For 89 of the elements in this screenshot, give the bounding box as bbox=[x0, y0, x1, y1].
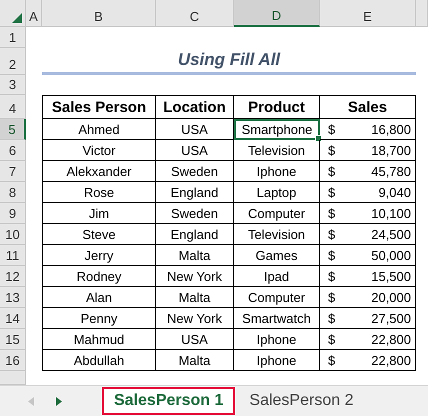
table-cell[interactable]: Computer bbox=[234, 203, 320, 224]
table-cell: Steve bbox=[42, 224, 156, 245]
sheet-tab[interactable]: SalesPerson 1 bbox=[102, 387, 236, 415]
sheet-title: Using Fill All bbox=[178, 50, 280, 71]
sales-value: 9,040 bbox=[378, 184, 411, 200]
currency-symbol: $ bbox=[328, 142, 336, 158]
currency-symbol: $ bbox=[328, 352, 336, 368]
table-cell: Rodney bbox=[42, 266, 156, 287]
column-header[interactable]: A bbox=[26, 0, 42, 27]
row-header[interactable]: 16 bbox=[0, 350, 26, 371]
currency-symbol: $ bbox=[328, 122, 336, 136]
table-cell[interactable]: Television bbox=[234, 224, 320, 245]
table-cell: USA bbox=[156, 329, 234, 350]
currency-symbol: $ bbox=[328, 268, 336, 284]
table-cell: Ahmed bbox=[42, 119, 156, 140]
fill-handle[interactable] bbox=[315, 135, 322, 142]
row-header[interactable]: 6 bbox=[0, 140, 26, 161]
row-header[interactable]: 3 bbox=[0, 75, 26, 95]
currency-symbol: $ bbox=[328, 332, 336, 346]
table-cell: USA bbox=[156, 140, 234, 161]
sales-value: 50,000 bbox=[371, 248, 411, 262]
table-cell: New York bbox=[156, 266, 234, 287]
table-cell[interactable]: Ipad bbox=[234, 266, 320, 287]
table-cell[interactable]: Games bbox=[234, 245, 320, 266]
next-sheet-icon[interactable] bbox=[56, 396, 62, 406]
table-cell[interactable]: Iphone bbox=[234, 329, 320, 350]
row-header[interactable]: 10 bbox=[0, 224, 26, 245]
currency-symbol: $ bbox=[328, 310, 336, 326]
currency-symbol: $ bbox=[328, 184, 336, 200]
sheet-tab[interactable]: SalesPerson 2 bbox=[237, 387, 366, 415]
table-cell[interactable]: Smartphone bbox=[234, 119, 320, 140]
table-cell: Malta bbox=[156, 287, 234, 308]
table-cell: Mahmud bbox=[42, 329, 156, 350]
table-cell: Alan bbox=[42, 287, 156, 308]
select-all-icon[interactable] bbox=[12, 13, 22, 23]
table-cell: Sweden bbox=[156, 161, 234, 182]
table-cell: Alekxander bbox=[42, 161, 156, 182]
table-header: Location bbox=[156, 95, 234, 119]
sales-value: 22,800 bbox=[371, 352, 411, 368]
table-cell: Jim bbox=[42, 203, 156, 224]
currency-symbol: $ bbox=[328, 248, 336, 262]
table-cell[interactable]: Computer bbox=[234, 287, 320, 308]
currency-symbol: $ bbox=[328, 164, 336, 178]
row-header[interactable]: 7 bbox=[0, 161, 26, 182]
table-cell: Sweden bbox=[156, 203, 234, 224]
table-cell: USA bbox=[156, 119, 234, 140]
column-header[interactable]: B bbox=[42, 0, 156, 27]
row-header[interactable]: 12 bbox=[0, 266, 26, 287]
row-header[interactable]: 1 bbox=[0, 27, 26, 48]
table-cell: England bbox=[156, 224, 234, 245]
table-cell[interactable]: Laptop bbox=[234, 182, 320, 203]
row-header[interactable]: 15 bbox=[0, 329, 26, 350]
column-header[interactable]: E bbox=[320, 0, 416, 27]
table-header: Product bbox=[234, 95, 320, 119]
table-cell[interactable]: Smartwatch bbox=[234, 308, 320, 329]
sales-value: 22,800 bbox=[371, 332, 411, 346]
row-header[interactable]: 8 bbox=[0, 182, 26, 203]
row-header[interactable]: 14 bbox=[0, 308, 26, 329]
table-header: Sales bbox=[320, 95, 416, 119]
sales-value: 24,500 bbox=[371, 226, 411, 242]
table-header: Sales Person bbox=[42, 95, 156, 119]
currency-symbol: $ bbox=[328, 290, 336, 304]
sales-value: 20,000 bbox=[371, 290, 411, 304]
table-cell: England bbox=[156, 182, 234, 203]
row-header[interactable]: 9 bbox=[0, 203, 26, 224]
table-cell: Victor bbox=[42, 140, 156, 161]
table-cell: New York bbox=[156, 308, 234, 329]
currency-symbol: $ bbox=[328, 226, 336, 242]
sales-value: 15,500 bbox=[371, 268, 411, 284]
table-cell[interactable]: Iphone bbox=[234, 161, 320, 182]
sales-value: 16,800 bbox=[371, 122, 411, 136]
table-cell: Rose bbox=[42, 182, 156, 203]
table-cell[interactable]: Television bbox=[234, 140, 320, 161]
row-header[interactable]: 11 bbox=[0, 245, 26, 266]
column-header bbox=[416, 0, 428, 27]
currency-symbol: $ bbox=[328, 206, 336, 220]
sales-value: 27,500 bbox=[371, 310, 411, 326]
table-cell: Penny bbox=[42, 308, 156, 329]
row-header[interactable]: 5 bbox=[0, 119, 26, 140]
sales-value: 18,700 bbox=[371, 142, 411, 158]
sales-value: 45,780 bbox=[371, 164, 411, 178]
table-cell: Malta bbox=[156, 245, 234, 266]
row-header[interactable]: 13 bbox=[0, 287, 26, 308]
row-header[interactable]: 4 bbox=[0, 95, 26, 119]
sales-value: 10,100 bbox=[371, 206, 411, 220]
row-header[interactable]: 2 bbox=[0, 48, 26, 75]
column-header[interactable]: D bbox=[234, 0, 320, 27]
column-header[interactable]: C bbox=[156, 0, 234, 27]
table-cell: Jerry bbox=[42, 245, 156, 266]
